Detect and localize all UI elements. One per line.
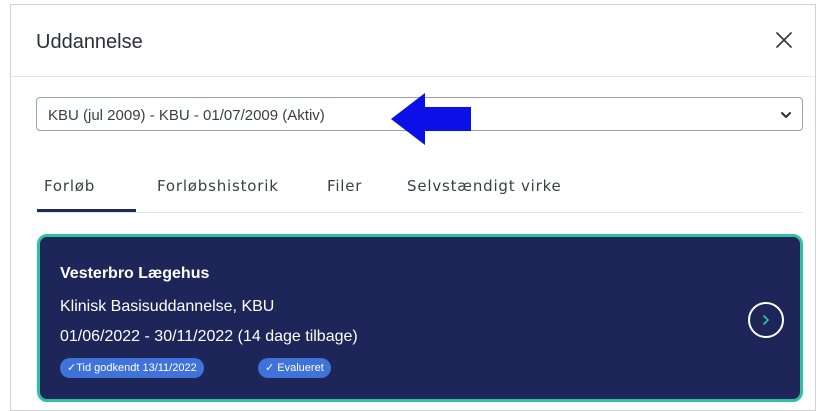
course-card-subtitle: Klinisk Basisuddannelse, KBU	[60, 298, 275, 315]
education-select-value: KBU (jul 2009) - KBU - 01/07/2009 (Aktiv…	[48, 107, 325, 124]
tab-selvstaendigt-virke[interactable]: Selvstændigt virke	[407, 177, 562, 195]
education-dialog: Uddannelse KBU (jul 2009) - KBU - 01/07/…	[10, 4, 816, 411]
tab-filer[interactable]: Filer	[327, 177, 362, 195]
chevron-right-circle-icon[interactable]	[748, 302, 784, 338]
tab-bar: Forløb Forløbshistorik Filer Selvstændig…	[36, 165, 803, 213]
tab-forloebshistorik[interactable]: Forløbshistorik	[157, 177, 279, 195]
approved-badge: ✓Tid godkendt 13/11/2022	[60, 358, 204, 378]
arrow-left-icon	[391, 93, 481, 145]
evaluated-badge: ✓ Evalueret	[258, 358, 331, 378]
dialog-header: Uddannelse	[11, 5, 815, 77]
course-card[interactable]: Vesterbro Lægehus Klinisk Basisuddannels…	[37, 234, 803, 402]
chevron-down-icon	[779, 108, 793, 122]
course-card-title: Vesterbro Lægehus	[60, 265, 210, 282]
tab-forloeb[interactable]: Forløb	[44, 177, 95, 195]
course-card-period: 01/06/2022 - 30/11/2022 (14 dage tilbage…	[60, 328, 358, 345]
dialog-title: Uddannelse	[36, 31, 143, 53]
close-icon[interactable]	[771, 27, 797, 53]
active-tab-indicator	[37, 209, 136, 212]
